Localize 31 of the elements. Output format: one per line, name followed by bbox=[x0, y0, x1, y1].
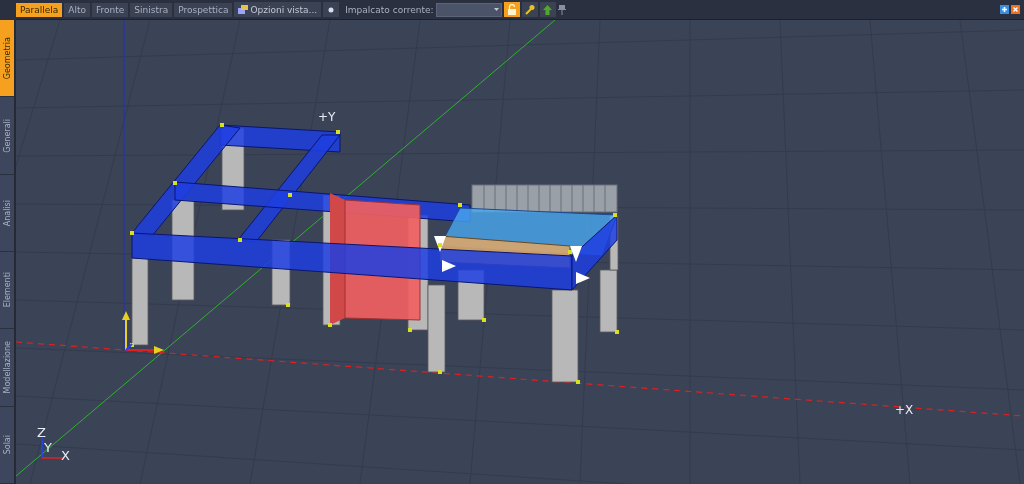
sidebar-tab[interactable]: Generali bbox=[0, 97, 14, 175]
close-icon[interactable] bbox=[1011, 5, 1020, 14]
padlock-icon bbox=[506, 4, 517, 15]
dot-icon bbox=[328, 6, 335, 13]
axis-label: X bbox=[61, 448, 70, 463]
view-options-icon bbox=[238, 5, 249, 14]
caret-icon bbox=[493, 8, 499, 11]
view-tab[interactable]: Fronte bbox=[92, 2, 129, 17]
lock-button[interactable] bbox=[503, 2, 520, 17]
axis-label: Z bbox=[37, 425, 46, 440]
sidebar-tab[interactable]: Geometria bbox=[0, 20, 14, 98]
sidebar-tab[interactable]: Analisi bbox=[0, 174, 14, 252]
axis-label: +X bbox=[895, 403, 914, 417]
view-tab[interactable]: Parallela bbox=[16, 2, 63, 17]
sidebar-tab[interactable]: Modellazione bbox=[0, 329, 14, 407]
origin-gizmo-icon bbox=[122, 311, 164, 354]
wrench-button[interactable] bbox=[521, 2, 538, 17]
maximize-icon[interactable] bbox=[1000, 5, 1009, 14]
axis-label: +Y bbox=[318, 110, 336, 124]
up-arrow-button[interactable] bbox=[539, 2, 556, 17]
pin-icon[interactable] bbox=[557, 4, 566, 15]
sidebar-tab[interactable]: Solai bbox=[0, 406, 14, 484]
view-tab[interactable]: Prospettica bbox=[174, 2, 233, 17]
view-tab[interactable]: Sinistra bbox=[130, 2, 173, 17]
axis-label: Y bbox=[44, 440, 52, 455]
view-tab[interactable]: Alto bbox=[64, 2, 90, 17]
view-options-button[interactable]: Opzioni vista... bbox=[234, 2, 322, 17]
floor-label: Impalcato corrente: bbox=[345, 4, 434, 15]
camera-button[interactable] bbox=[323, 2, 340, 17]
up-arrow-icon bbox=[543, 4, 553, 15]
sidebar-tab[interactable]: Elementi bbox=[0, 252, 14, 330]
